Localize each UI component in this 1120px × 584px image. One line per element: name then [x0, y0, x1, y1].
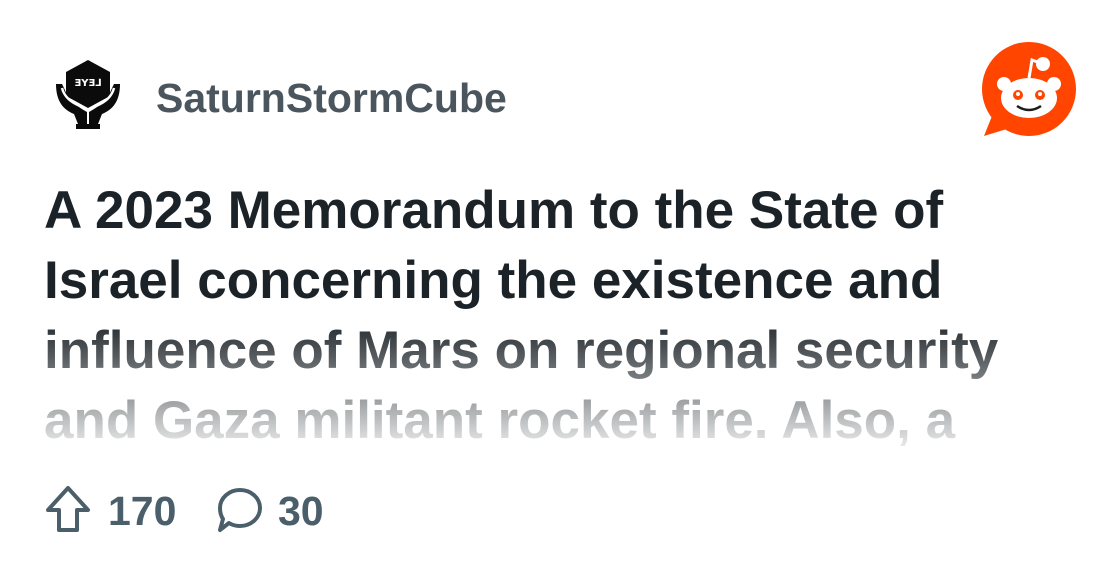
subreddit-name[interactable]: SaturnStormCube: [156, 75, 507, 122]
comment-count: 30: [278, 488, 324, 534]
svg-text:ƎYƎ⅃: ƎYƎ⅃: [74, 78, 101, 89]
comments-button[interactable]: 30: [216, 484, 356, 540]
post-stats: 170 30: [44, 484, 444, 540]
hands-holding-cube-icon[interactable]: ƎYƎ⅃: [54, 58, 122, 130]
upvote-button[interactable]: 170: [44, 484, 184, 540]
post-title[interactable]: A 2023 Memorandum to the State of Israel…: [44, 176, 1084, 446]
upvote-arrow-icon[interactable]: [44, 484, 92, 534]
upvote-count: 170: [108, 488, 177, 534]
post-header: ƎYƎ⅃ SaturnStormCube: [54, 42, 1094, 138]
comment-bubble-icon[interactable]: [216, 486, 264, 534]
reddit-snoo-icon[interactable]: [980, 42, 1078, 140]
